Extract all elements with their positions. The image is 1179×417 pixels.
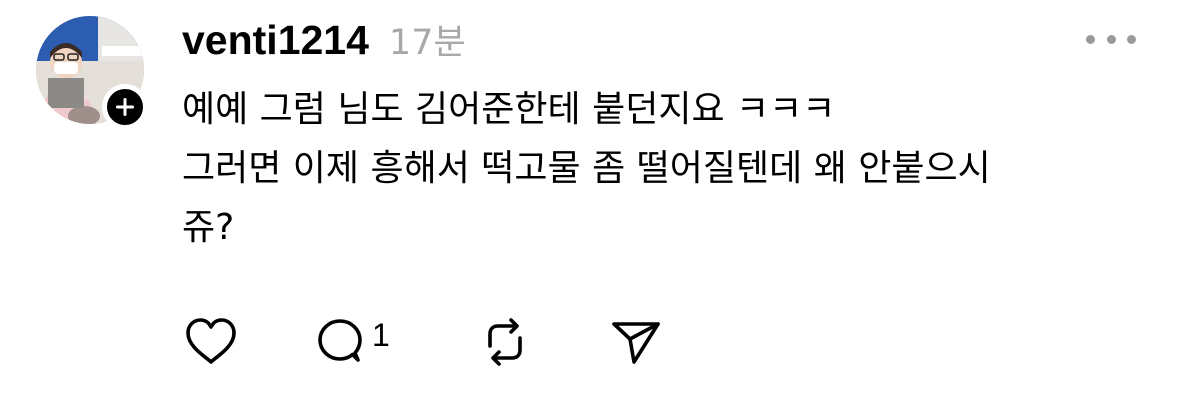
more-horizontal-icon-dot	[1127, 34, 1136, 44]
comment-icon	[318, 319, 362, 362]
post-body-line: 예예 그럼 님도 김어준한테 붙던지요 ㅋㅋㅋ	[182, 89, 836, 130]
post-body-line: 그러면 이제 흥해서 떡고물 좀 떨어질텐데 왜 안붙으시	[182, 148, 991, 189]
post-header: venti1214 17분	[182, 14, 466, 70]
reply-button[interactable]: 1	[314, 312, 390, 372]
timestamp: 17분	[388, 23, 466, 63]
plus-icon	[116, 98, 134, 116]
post-body: 예예 그럼 님도 김어준한테 붙던지요 ㅋㅋㅋ 그러면 이제 흥해서 떡고물 좀…	[182, 80, 1142, 257]
post-body-line: 쥬?	[182, 207, 235, 248]
action-bar: 1	[182, 312, 702, 372]
username[interactable]: venti1214	[182, 17, 369, 64]
repost-button[interactable]	[480, 312, 530, 372]
more-horizontal-icon	[1086, 34, 1095, 44]
like-button[interactable]	[184, 312, 238, 372]
heart-icon	[186, 318, 236, 364]
follow-button[interactable]	[102, 84, 148, 130]
more-horizontal-icon-dot	[1106, 34, 1116, 44]
reply-count: 1	[372, 316, 390, 353]
share-button[interactable]	[610, 312, 662, 372]
repost-icon	[488, 318, 522, 366]
avatar-container[interactable]	[36, 16, 148, 130]
send-icon	[612, 322, 660, 364]
more-options-button[interactable]	[1086, 26, 1136, 52]
